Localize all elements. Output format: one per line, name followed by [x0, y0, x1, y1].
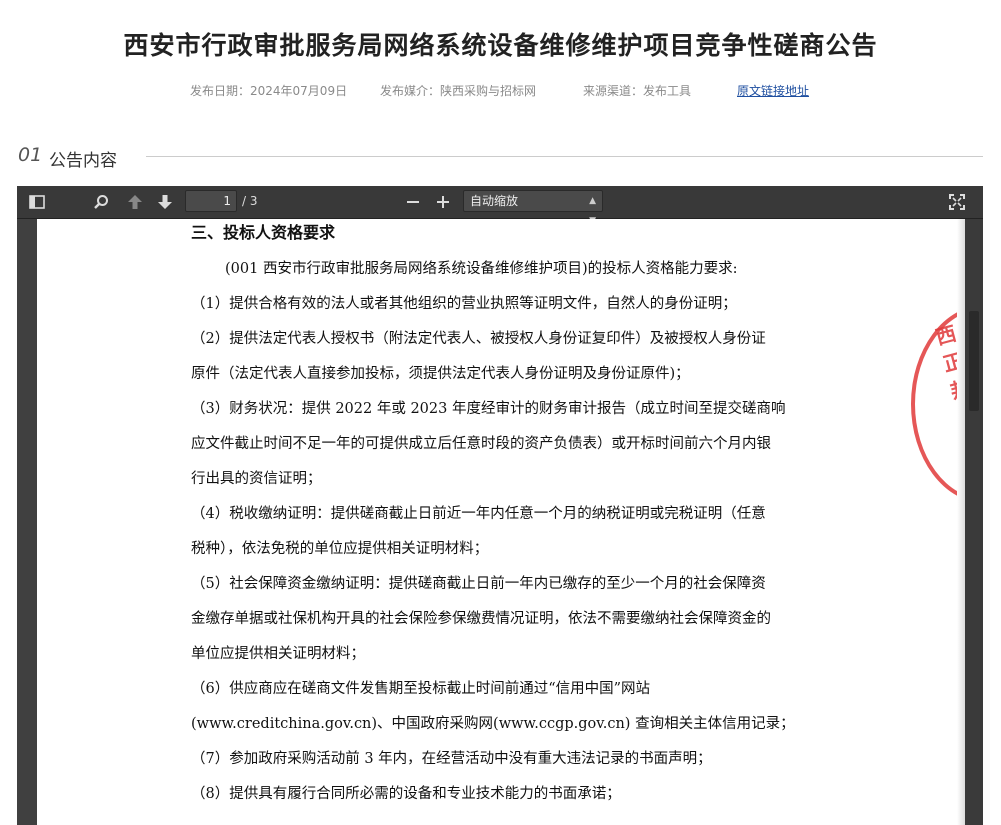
- doc-line: 单位应提供相关证明材料；: [191, 646, 365, 662]
- search-icon[interactable]: [89, 190, 113, 214]
- doc-line: 税种），依法免税的单位应提供相关证明材料；: [191, 541, 489, 557]
- section-label: 公告内容: [49, 151, 117, 171]
- pdf-scrollbar[interactable]: [965, 219, 983, 825]
- doc-heading: 三、投标人资格要求: [191, 223, 336, 242]
- doc-line: (001 西安市行政审批服务局网络系统设备维修维护项目)的投标人资格能力要求:: [225, 261, 738, 277]
- zoom-label: 自动缩放: [470, 194, 519, 208]
- fullscreen-icon[interactable]: [945, 190, 969, 214]
- pdf-page: 三、投标人资格要求 (001 西安市行政审批服务局网络系统设备维修维护项目)的投…: [37, 219, 965, 825]
- page-number-input[interactable]: 1: [185, 190, 237, 212]
- section-number: 01: [18, 144, 43, 166]
- page-count: / 3: [242, 194, 258, 208]
- scrollbar-thumb[interactable]: [969, 311, 979, 411]
- arrow-down-icon[interactable]: [153, 190, 177, 214]
- page-edge-shadow: [957, 219, 965, 825]
- pdf-toolbar: 1 / 3 自动缩放 ▲▼: [17, 186, 983, 226]
- doc-line: 原件（法定代表人直接参加投标，须提供法定代表人身份证明及身份证原件)；: [191, 366, 690, 382]
- doc-line: （4）税收缴纳证明：提供磋商截止日前近一年内任意一个月的纳税证明或完税证明（任意: [191, 506, 766, 522]
- section-header: 01 公告内容: [18, 144, 983, 171]
- sidebar-toggle-icon[interactable]: [25, 190, 49, 214]
- pdf-viewer: 1 / 3 自动缩放 ▲▼ 三、投标人资格要求 (001 西安市行政审批服务局网…: [17, 186, 983, 825]
- zoom-out-icon[interactable]: [401, 190, 425, 214]
- publish-date: 发布日期：2024年07月09日: [190, 84, 348, 98]
- publish-media: 发布媒介：陕西采购与招标网: [380, 84, 537, 98]
- doc-line: （7）参加政府采购活动前 3 年内，在经营活动中没有重大违法记录的书面声明；: [191, 751, 712, 767]
- doc-line: （2）提供法定代表人授权书（附法定代表人、被授权人身份证复印件）及被授权人身份证: [191, 331, 766, 347]
- doc-line: （1）提供合格有效的法人或者其他组织的营业执照等证明文件，自然人的身份证明；: [191, 296, 737, 312]
- doc-line: （6）供应商应在磋商文件发售期至投标截止时间前通过“信用中国”网站: [191, 681, 651, 697]
- doc-line: 行出具的资信证明；: [191, 471, 322, 487]
- document-text: 三、投标人资格要求 (001 西安市行政审批服务局网络系统设备维修维护项目)的投…: [37, 219, 965, 825]
- zoom-in-icon[interactable]: [431, 190, 455, 214]
- section-divider: [146, 156, 983, 157]
- doc-line: 金缴存单据或社保机构开具的社会保险参保缴费情况证明，依法不需要缴纳社会保障资金的: [191, 611, 771, 627]
- doc-line: （3）财务状况：提供 2022 年或 2023 年度经审计的财务审计报告（成立时…: [191, 401, 786, 417]
- doc-line: （8）提供具有履行合同所必需的设备和专业技术能力的书面承诺；: [191, 786, 621, 802]
- zoom-select[interactable]: 自动缩放 ▲▼: [463, 190, 603, 226]
- doc-line: 应文件截止时间不足一年的可提供成立后任意时段的资产负债表）或开标时间前六个月内银: [191, 436, 771, 452]
- doc-line: （5）社会保障资金缴纳证明：提供磋商截止日前一年内已缴存的至少一个月的社会保障资: [191, 576, 766, 592]
- page-title: 西安市行政审批服务局网络系统设备维修维护项目竞争性磋商公告: [123, 31, 878, 60]
- source-channel: 来源渠道：发布工具: [583, 84, 692, 98]
- article-meta: 发布日期：2024年07月09日 发布媒介：陕西采购与招标网 来源渠道：发布工具…: [0, 82, 1001, 98]
- doc-line: (www.creditchina.gov.cn)、中国政府采购网(www.ccg…: [191, 716, 795, 732]
- arrow-up-icon[interactable]: [123, 190, 147, 214]
- original-link[interactable]: 原文链接地址: [737, 82, 809, 99]
